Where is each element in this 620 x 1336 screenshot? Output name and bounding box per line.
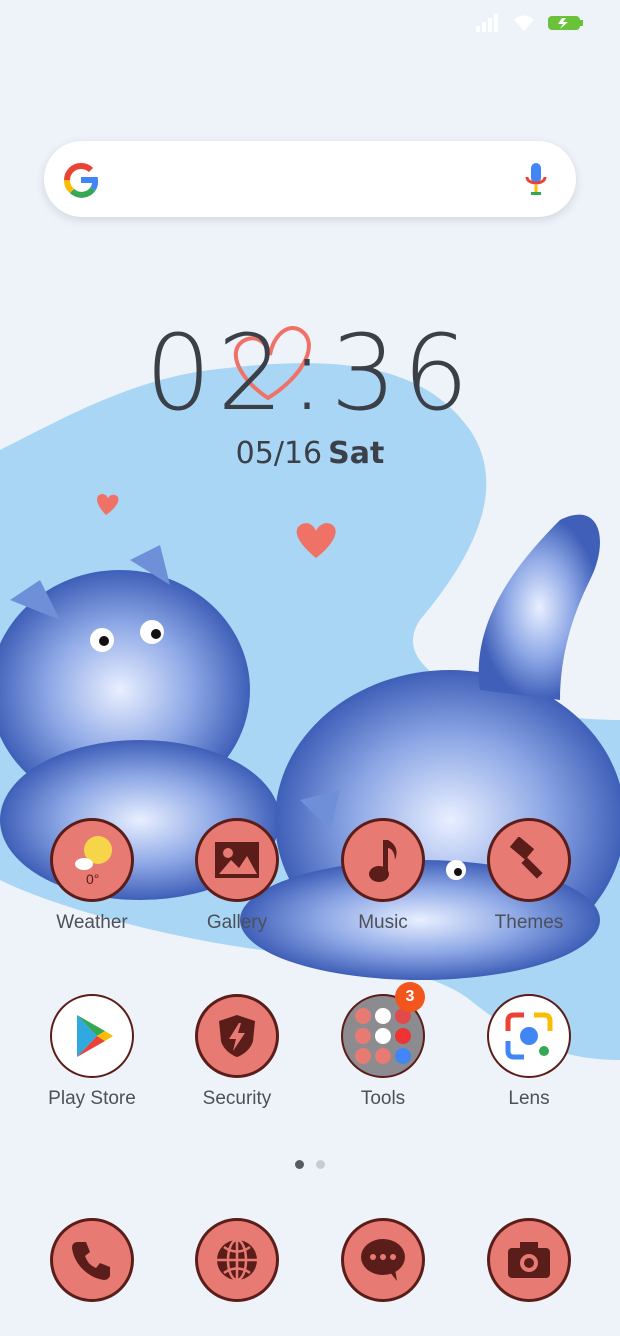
- date-text: 05/16: [235, 436, 323, 471]
- app-label: Security: [202, 1088, 272, 1109]
- page-dot-active[interactable]: [295, 1160, 304, 1169]
- app-label: Gallery: [206, 912, 268, 933]
- app-label: Themes: [494, 912, 564, 933]
- app-label: Lens: [508, 1088, 550, 1109]
- tools-folder-icon: 3: [341, 982, 425, 1078]
- clock-date[interactable]: 05/16 Sat: [0, 436, 620, 471]
- app-play-store[interactable]: Play Store: [22, 994, 162, 1110]
- page-dot[interactable]: [316, 1160, 325, 1169]
- browser-icon: [195, 1218, 279, 1302]
- phone-icon: [50, 1218, 134, 1302]
- signal-icon: [476, 14, 500, 37]
- app-tools-folder[interactable]: 3 Tools: [313, 982, 453, 1110]
- app-label: Tools: [360, 1088, 406, 1109]
- google-logo-icon: [62, 161, 100, 204]
- security-icon: [195, 994, 279, 1078]
- weather-icon: 0°: [50, 818, 134, 902]
- battery-charging-icon: [548, 14, 584, 37]
- messages-icon: [341, 1218, 425, 1302]
- themes-icon: [487, 818, 571, 902]
- day-text: Sat: [328, 436, 385, 471]
- dock-messages[interactable]: [313, 1218, 453, 1302]
- page-indicator: [0, 1160, 620, 1169]
- dock-camera[interactable]: [459, 1218, 599, 1302]
- app-label: Weather: [56, 912, 128, 933]
- wifi-icon: [512, 14, 536, 37]
- app-security[interactable]: Security: [167, 994, 307, 1110]
- gallery-icon: [195, 818, 279, 902]
- app-gallery[interactable]: Gallery: [167, 818, 307, 934]
- app-lens[interactable]: Lens: [459, 994, 599, 1110]
- music-icon: [341, 818, 425, 902]
- app-weather[interactable]: 0° Weather: [22, 818, 162, 934]
- app-music[interactable]: Music: [313, 818, 453, 934]
- search-bar[interactable]: [44, 141, 576, 217]
- mic-icon[interactable]: [524, 161, 548, 202]
- clock-time[interactable]: 02:36: [0, 312, 620, 434]
- notification-badge: 3: [395, 982, 425, 1012]
- dock-phone[interactable]: [22, 1218, 162, 1302]
- weather-temp: 0°: [86, 871, 99, 887]
- dock-browser[interactable]: [167, 1218, 307, 1302]
- play-store-icon: [50, 994, 134, 1078]
- camera-icon: [487, 1218, 571, 1302]
- app-label: Play Store: [48, 1088, 136, 1109]
- lens-icon: [487, 994, 571, 1078]
- app-themes[interactable]: Themes: [459, 818, 599, 934]
- app-label: Music: [358, 912, 408, 933]
- status-bar: [476, 14, 584, 37]
